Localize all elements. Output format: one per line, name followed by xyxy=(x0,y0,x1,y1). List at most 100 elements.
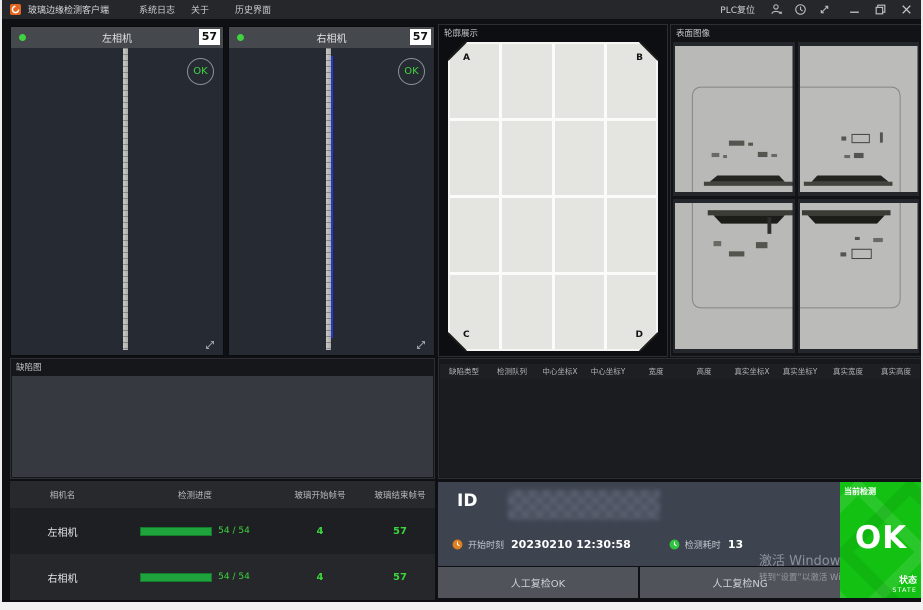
result-info-panel: ID 开始时刻 20230210 12:30:58 检测耗时 13 xyxy=(438,482,840,566)
menu-system-log[interactable]: 系统日志 xyxy=(131,1,183,18)
camera-name: 左相机 xyxy=(10,524,115,539)
restore-button[interactable] xyxy=(874,3,887,16)
glass-grid xyxy=(450,44,656,349)
manual-recheck-ok-button[interactable]: 人工复检OK xyxy=(438,567,638,598)
right-camera-panel: 右相机 57 OK xyxy=(228,26,435,356)
right-camera-ok-badge: OK xyxy=(398,58,425,85)
current-result-label: 当前检测 xyxy=(844,486,876,497)
table-row-right-camera[interactable]: 右相机 54 / 54 4 57 xyxy=(10,554,435,600)
col-progress: 检测进度 xyxy=(115,489,275,501)
elapsed-clock-icon xyxy=(669,539,680,550)
surface-image-4[interactable] xyxy=(798,199,920,353)
start-time-clock-icon xyxy=(452,539,463,550)
col-start-frame: 玻璃开始帧号 xyxy=(275,489,365,501)
left-camera-status-dot xyxy=(19,34,26,41)
user-icon[interactable] xyxy=(770,3,783,16)
current-result-box: 当前检测 OK 状态 STATE xyxy=(840,482,921,598)
col-detect-queue: 检测队列 xyxy=(488,366,536,377)
col-center-y: 中心坐标Y xyxy=(584,366,632,377)
manual-recheck-buttons: 人工复检OK 人工复检NG xyxy=(438,567,840,598)
app-title: 玻璃边缘检测客户端 xyxy=(28,3,109,16)
progress-text: 54 / 54 xyxy=(218,526,250,536)
window-frame-bottom xyxy=(0,602,923,610)
defect-panel-title: 缺陷图 xyxy=(11,359,434,374)
col-center-x: 中心坐标X xyxy=(536,366,584,377)
expand-icon[interactable] xyxy=(204,336,216,348)
corner-label-b: B xyxy=(636,53,643,63)
minimize-button[interactable] xyxy=(848,3,861,16)
manual-recheck-ng-button[interactable]: 人工复检NG xyxy=(640,567,840,598)
start-frame-value: 4 xyxy=(275,572,365,583)
menu-about[interactable]: 关于 xyxy=(183,1,217,18)
progress-bar xyxy=(140,527,212,536)
col-end-frame: 玻璃结束帧号 xyxy=(365,489,435,501)
menu-history[interactable]: 历史界面 xyxy=(227,1,279,18)
col-real-y: 真实坐标Y xyxy=(776,366,824,377)
corner-label-c: C xyxy=(463,330,470,340)
col-real-height: 真实高度 xyxy=(872,366,920,377)
defect-image-panel: 缺陷图 xyxy=(10,358,435,479)
expand-icon[interactable] xyxy=(415,336,427,348)
col-real-x: 真实坐标X xyxy=(728,366,776,377)
camera-name: 右相机 xyxy=(10,570,115,585)
elapsed-label: 检测耗时 xyxy=(685,538,721,551)
title-bar: 玻璃边缘检测客户端 系统日志 关于 历史界面 PLC复位 xyxy=(2,0,921,19)
start-time-value: 20230210 12:30:58 xyxy=(511,538,631,551)
col-width: 宽度 xyxy=(632,366,680,377)
left-camera-title: 左相机 xyxy=(11,30,223,45)
defect-image-area xyxy=(12,376,433,477)
progress-bar xyxy=(140,573,212,582)
corner-label-a: A xyxy=(463,53,470,63)
right-camera-header: 右相机 57 xyxy=(229,27,434,48)
progress-cell: 54 / 54 xyxy=(115,526,275,536)
right-camera-status-dot xyxy=(237,34,244,41)
elapsed-value: 13 xyxy=(728,538,743,551)
contour-panel-title: 轮廓展示 xyxy=(439,25,667,40)
camera-progress-table: 相机名 检测进度 玻璃开始帧号 玻璃结束帧号 左相机 54 / 54 4 57 … xyxy=(10,481,435,600)
right-camera-frame-count: 57 xyxy=(410,29,431,45)
id-value-redacted xyxy=(508,490,660,520)
col-camera-name: 相机名 xyxy=(10,489,115,501)
right-camera-title: 右相机 xyxy=(229,30,434,45)
left-camera-header: 左相机 57 xyxy=(11,27,223,48)
left-camera-panel: 左相机 57 OK xyxy=(10,26,224,356)
app-window: 玻璃边缘检测客户端 系统日志 关于 历史界面 PLC复位 xyxy=(2,0,921,602)
surface-image-3[interactable] xyxy=(673,199,795,353)
surface-panel: 表面图像 xyxy=(670,24,921,357)
result-value: OK xyxy=(840,520,921,556)
defect-table-body[interactable] xyxy=(440,379,920,477)
contour-panel: 轮廓展示 A B C D xyxy=(438,24,668,357)
start-time-label: 开始时刻 xyxy=(468,538,504,551)
time-row: 开始时刻 20230210 12:30:58 检测耗时 13 xyxy=(452,538,743,551)
surface-image-grid xyxy=(673,42,919,353)
progress-cell: 54 / 54 xyxy=(115,572,275,582)
right-camera-view[interactable]: OK xyxy=(229,48,434,355)
end-frame-value: 57 xyxy=(365,526,435,537)
glass-contour: A B C D xyxy=(448,42,658,351)
plc-reset-button[interactable]: PLC复位 xyxy=(716,2,759,17)
progress-text: 54 / 54 xyxy=(218,572,250,582)
col-real-width: 真实宽度 xyxy=(824,366,872,377)
id-label: ID xyxy=(457,491,477,511)
surface-image-1[interactable] xyxy=(673,42,795,196)
start-frame-value: 4 xyxy=(275,526,365,537)
glass-edge-strip xyxy=(326,48,331,350)
table-row-left-camera[interactable]: 左相机 54 / 54 4 57 xyxy=(10,508,435,554)
app-icon xyxy=(10,4,21,15)
col-defect-type: 缺陷类型 xyxy=(440,366,488,377)
left-camera-ok-badge: OK xyxy=(187,58,214,85)
col-height: 高度 xyxy=(680,366,728,377)
clock-icon[interactable] xyxy=(794,3,807,16)
scale-icon[interactable] xyxy=(818,3,831,16)
state-label: 状态 STATE xyxy=(892,573,917,594)
left-camera-view[interactable]: OK xyxy=(11,48,223,355)
close-button[interactable] xyxy=(900,3,913,16)
glass-edge-strip xyxy=(123,48,128,350)
defect-table-header: 缺陷类型 检测队列 中心坐标X 中心坐标Y 宽度 高度 真实坐标X 真实坐标Y … xyxy=(440,364,920,379)
surface-image-2[interactable] xyxy=(798,42,920,196)
surface-panel-title: 表面图像 xyxy=(671,25,921,40)
left-camera-frame-count: 57 xyxy=(199,29,220,45)
camera-table-header: 相机名 检测进度 玻璃开始帧号 玻璃结束帧号 xyxy=(10,481,435,508)
end-frame-value: 57 xyxy=(365,572,435,583)
defect-table: 缺陷类型 检测队列 中心坐标X 中心坐标Y 宽度 高度 真实坐标X 真实坐标Y … xyxy=(438,358,921,479)
